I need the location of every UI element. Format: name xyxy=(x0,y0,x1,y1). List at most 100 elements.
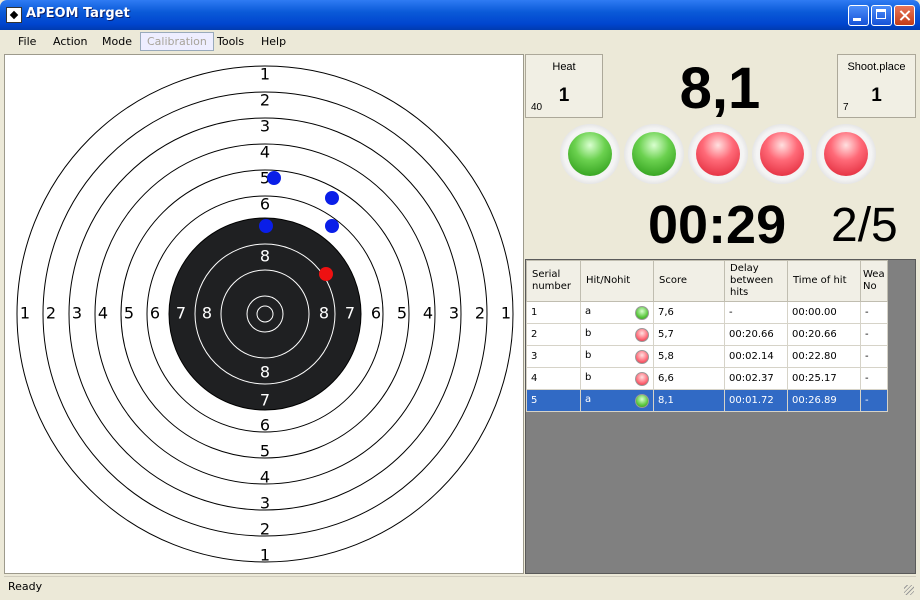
red-led-icon xyxy=(635,349,649,364)
shot-hole-blue[interactable] xyxy=(325,219,339,233)
ring-number: 7 xyxy=(345,304,355,323)
cell-hit: b xyxy=(580,367,654,390)
column-header-wea[interactable]: Wea No xyxy=(860,260,888,302)
maximize-button[interactable] xyxy=(871,5,892,26)
cell-time: 00:22.80 xyxy=(787,345,861,368)
cell-time-text: 00:20.66 xyxy=(792,329,837,340)
table-row[interactable]: 1 a 7,6 - 00:00.00 - xyxy=(526,301,888,324)
target-panel[interactable]: 1234568876543211234567887654321 xyxy=(4,54,524,574)
cell-delay-text: 00:01.72 xyxy=(729,395,774,406)
heat-label: Heat xyxy=(552,61,576,73)
cell-score: 5,7 xyxy=(653,323,725,346)
ring-number: 7 xyxy=(176,304,186,323)
cell-hit: a xyxy=(580,301,654,324)
resize-grip-icon[interactable] xyxy=(904,585,914,595)
menu-action[interactable]: Action xyxy=(53,35,87,48)
ring-number: 6 xyxy=(260,416,270,435)
ring-number: 8 xyxy=(202,304,212,323)
red-led-icon xyxy=(635,327,649,342)
ring-number: 4 xyxy=(98,304,108,323)
heat-corner-value: 40 xyxy=(531,102,543,113)
ring-number: 7 xyxy=(260,391,270,410)
ring-number: 6 xyxy=(260,195,270,214)
ring-number: 1 xyxy=(501,304,511,323)
cell-serial-text: 3 xyxy=(531,351,538,362)
cell-score: 6,6 xyxy=(653,367,725,390)
current-score: 8,1 xyxy=(679,56,761,121)
table-row[interactable]: 5 a 8,1 00:01.72 00:26.89 - xyxy=(526,389,888,412)
green-indicator-light-icon xyxy=(560,124,620,184)
cell-score: 7,6 xyxy=(653,301,725,324)
cell-hit: b xyxy=(580,323,654,346)
cell-time-text: 00:25.17 xyxy=(792,373,837,384)
cell-score-text: 6,6 xyxy=(658,373,674,384)
ring-number: 8 xyxy=(260,363,270,382)
cell-hit-text: b xyxy=(585,349,592,361)
ring-number: 3 xyxy=(260,117,270,136)
ring-number: 2 xyxy=(260,520,270,539)
shot-hole-blue[interactable] xyxy=(325,191,339,205)
ring-number: 5 xyxy=(260,442,270,461)
column-header-hit[interactable]: Hit/Nohit xyxy=(580,260,654,302)
ring-number: 2 xyxy=(475,304,485,323)
red-indicator-light-icon xyxy=(752,124,812,184)
menu-tools[interactable]: Tools xyxy=(217,35,244,48)
close-button[interactable] xyxy=(894,5,915,26)
shot-hole-blue[interactable] xyxy=(259,219,273,233)
cell-delay-text: 00:02.14 xyxy=(729,351,774,362)
minimize-button[interactable] xyxy=(848,5,869,26)
ring-number: 6 xyxy=(371,304,381,323)
cell-wea-text: - xyxy=(865,329,869,340)
title-bar[interactable]: APEOM Target xyxy=(0,0,920,30)
cell-serial-text: 4 xyxy=(531,373,538,384)
cell-serial-text: 2 xyxy=(531,329,538,340)
ring-number: 8 xyxy=(260,247,270,266)
shooting-target[interactable]: 1234568876543211 2 3 4 5 6 7 8 8 7 6 5 4 3 2 1 xyxy=(5,55,523,573)
menu-mode[interactable]: Mode xyxy=(102,35,132,48)
shoot-place-corner-value: 7 xyxy=(843,102,849,113)
cell-serial: 2 xyxy=(526,323,581,346)
column-header-delay[interactable]: Delay between hits xyxy=(724,260,788,302)
cell-wea: - xyxy=(860,301,888,324)
cell-serial: 4 xyxy=(526,367,581,390)
ring-number: 6 xyxy=(150,304,160,323)
shoot-place-label: Shoot.place xyxy=(847,61,906,73)
column-header-time[interactable]: Time of hit xyxy=(787,260,861,302)
cell-time: 00:20.66 xyxy=(787,323,861,346)
cell-score-text: 5,7 xyxy=(658,329,674,340)
cell-wea: - xyxy=(860,323,888,346)
hit-indicators xyxy=(560,124,900,186)
ring-number: 4 xyxy=(260,143,270,162)
table-row[interactable]: 2 b 5,7 00:20.66 00:20.66 - xyxy=(526,323,888,346)
cell-time: 00:25.17 xyxy=(787,367,861,390)
cell-serial-text: 1 xyxy=(531,307,538,318)
cell-wea: - xyxy=(860,345,888,368)
cell-hit-text: a xyxy=(585,393,592,405)
shot-hole-blue[interactable] xyxy=(267,171,281,185)
column-header-score[interactable]: Score xyxy=(653,260,725,302)
menu-calibration: Calibration xyxy=(140,32,214,51)
hits-grid[interactable]: Serial number Hit/Nohit Score Delay betw… xyxy=(525,259,916,574)
cell-time-text: 00:00.00 xyxy=(792,307,837,318)
menu-file[interactable]: File xyxy=(18,35,36,48)
ring-number: 1 xyxy=(260,546,270,565)
shot-counter: 2/5 xyxy=(831,199,898,252)
cell-delay: 00:20.66 xyxy=(724,323,788,346)
column-header-serial[interactable]: Serial number xyxy=(526,260,581,302)
ring-number: 4 xyxy=(260,468,270,487)
cell-delay: 00:01.72 xyxy=(724,389,788,412)
app-icon[interactable] xyxy=(6,7,22,23)
table-row[interactable]: 3 b 5,8 00:02.14 00:22.80 - xyxy=(526,345,888,368)
cell-wea-text: - xyxy=(865,395,869,406)
ring-number: 3 xyxy=(72,304,82,323)
cell-hit-text: b xyxy=(585,371,592,383)
menu-help[interactable]: Help xyxy=(261,35,286,48)
cell-score: 5,8 xyxy=(653,345,725,368)
ring-number: 2 xyxy=(260,91,270,110)
window-title: APEOM Target xyxy=(26,6,130,21)
cell-delay-text: 00:20.66 xyxy=(729,329,774,340)
shot-hole-red[interactable] xyxy=(319,267,333,281)
cell-serial: 3 xyxy=(526,345,581,368)
table-row[interactable]: 4 b 6,6 00:02.37 00:25.17 - xyxy=(526,367,888,390)
cell-wea-text: - xyxy=(865,373,869,384)
